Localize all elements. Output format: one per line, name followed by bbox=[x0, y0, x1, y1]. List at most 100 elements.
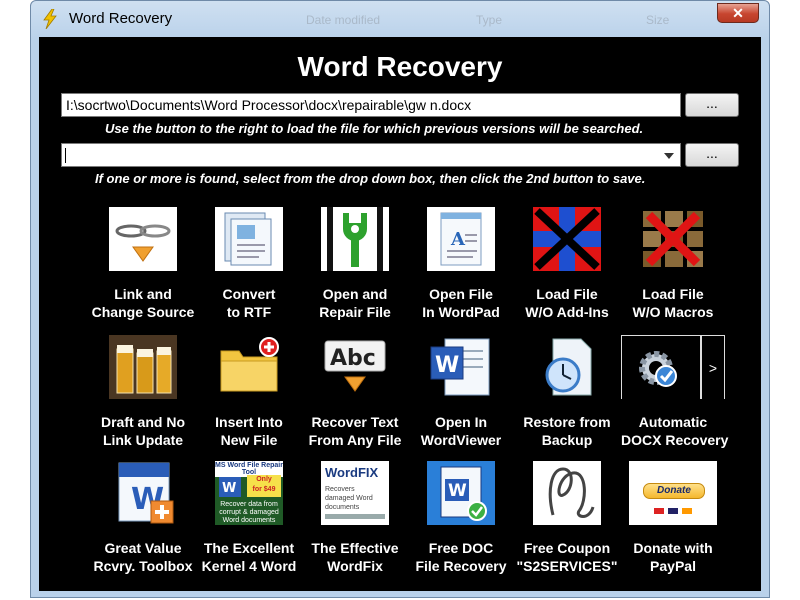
tile-open-wordviewer[interactable]: W Open In WordViewer bbox=[409, 335, 513, 449]
tile-label-line2: to RTF bbox=[226, 304, 272, 320]
tile-draft-no-link[interactable]: Draft and No Link Update bbox=[91, 335, 195, 449]
wordfix-body: Recovers damaged Word documents bbox=[325, 486, 373, 511]
document-convert-icon bbox=[215, 207, 283, 271]
tile-label-line2: DOCX Recovery bbox=[621, 432, 729, 448]
tile-label-line1: Load File bbox=[536, 286, 598, 302]
paypal-donate-icon: Donate bbox=[629, 461, 717, 525]
tile-label-line1: Open File bbox=[429, 286, 493, 302]
folder-add-icon bbox=[215, 335, 283, 399]
page-title: Word Recovery bbox=[297, 51, 503, 82]
tile-label-line2: "S2SERVICES" bbox=[516, 558, 618, 574]
tile-label-line2: Change Source bbox=[91, 304, 195, 320]
tile-label-line2: New File bbox=[220, 432, 278, 448]
tile-label-line1: Recover Text bbox=[311, 414, 399, 430]
main-panel: Word Recovery I:\socrtwo\Documents\Word … bbox=[39, 37, 761, 591]
tile-label-line2: PayPal bbox=[650, 558, 696, 574]
tile-wordfix[interactable]: WordFIX Recovers damaged Word documents … bbox=[303, 461, 407, 575]
tile-label-line2: File Recovery bbox=[415, 558, 507, 574]
save-hint: If one or more is found, select from the… bbox=[95, 171, 646, 186]
svg-text:A: A bbox=[450, 229, 466, 250]
close-button[interactable]: ✕ bbox=[717, 3, 759, 23]
tile-open-wordpad[interactable]: A Open File In WordPad bbox=[409, 207, 513, 321]
backup-clock-icon bbox=[533, 335, 601, 399]
kernel-price-line2: for $49 bbox=[252, 486, 276, 493]
file-path-input[interactable]: I:\socrtwo\Documents\Word Processor\docx… bbox=[61, 93, 681, 117]
tile-label-line1: Free DOC bbox=[428, 540, 494, 556]
tile-convert-rtf[interactable]: Convert to RTF bbox=[197, 207, 301, 321]
title-bar[interactable]: Word Recovery Date modified Type Size ✕ bbox=[31, 1, 769, 37]
tile-label-line2: Link Update bbox=[102, 432, 184, 448]
app-window: Word Recovery Date modified Type Size ✕ … bbox=[30, 0, 770, 598]
tile-label-line2: WordFix bbox=[327, 558, 383, 574]
gear-check-icon[interactable] bbox=[621, 335, 701, 399]
background-column-size: Size bbox=[646, 13, 670, 27]
lightning-icon bbox=[43, 9, 57, 29]
tile-label-line1: The Excellent bbox=[203, 540, 295, 556]
tile-label-line2: From Any File bbox=[308, 432, 402, 448]
tile-label-line1: Insert Into bbox=[215, 414, 283, 430]
tile-kernel-word[interactable]: MS Word File Repair Tool Only for $49 W … bbox=[197, 461, 301, 575]
tile-label-line1: Link and bbox=[114, 286, 172, 302]
tile-label-line2: Kernel 4 Word bbox=[201, 558, 297, 574]
chain-link-icon bbox=[109, 207, 177, 271]
tile-label-line2: Rcvry. Toolbox bbox=[93, 558, 193, 574]
svg-text:Abc: Abc bbox=[330, 346, 376, 371]
donate-button[interactable]: Donate bbox=[643, 483, 705, 499]
tile-label-line1: Draft and No bbox=[101, 414, 185, 430]
word-viewer-icon: W bbox=[427, 335, 495, 399]
no-macros-icon bbox=[639, 207, 707, 271]
window-title: Word Recovery bbox=[69, 10, 173, 27]
tile-label-line2: Repair File bbox=[319, 304, 391, 320]
tile-automatic-docx-recovery[interactable]: > Automatic DOCX Recovery bbox=[621, 335, 729, 449]
wordfix-icon: WordFIX Recovers damaged Word documents bbox=[321, 461, 389, 525]
tile-label-line2: In WordPad bbox=[422, 304, 500, 320]
svg-text:W: W bbox=[448, 481, 467, 501]
automatic-next-button[interactable]: > bbox=[701, 335, 725, 399]
word-doc-recovery-icon: W bbox=[427, 461, 495, 525]
svg-text:W: W bbox=[222, 481, 236, 496]
tile-load-no-macros[interactable]: Load File W/O Macros bbox=[621, 207, 725, 321]
tile-label-line1: Automatic bbox=[638, 414, 708, 430]
tile-recovery-toolbox[interactable]: W Great Value Rcvry. Toolbox bbox=[91, 461, 195, 575]
tile-donate-paypal[interactable]: Donate Donate with PayPal bbox=[621, 461, 725, 575]
tile-label-line1: Restore from bbox=[523, 414, 611, 430]
tile-label-line2: WordViewer bbox=[420, 432, 502, 448]
background-column-date: Date modified bbox=[306, 13, 381, 27]
tile-load-no-addins[interactable]: Load File W/O Add-Ins bbox=[515, 207, 619, 321]
browse-hint: Use the button to the right to load the … bbox=[105, 121, 644, 136]
tile-label-line1: Free Coupon bbox=[523, 540, 611, 556]
coupon-squiggle-icon bbox=[533, 461, 601, 525]
no-addins-icon bbox=[533, 207, 601, 271]
auto-recovery-group: > bbox=[621, 335, 725, 399]
tile-label-line1: Load File bbox=[642, 286, 704, 302]
word-doc-icon: W bbox=[219, 477, 241, 497]
tile-label-line1: Convert bbox=[222, 286, 276, 302]
wrench-icon bbox=[321, 207, 389, 271]
versions-dropdown[interactable] bbox=[61, 143, 681, 167]
tile-restore-backup[interactable]: Restore from Backup bbox=[515, 335, 619, 449]
svg-text:W: W bbox=[435, 353, 459, 378]
tile-label-line1: Open and bbox=[322, 286, 388, 302]
kernel-price-line1: Only bbox=[256, 476, 272, 483]
close-icon: ✕ bbox=[732, 5, 744, 21]
tile-open-repair[interactable]: Open and Repair File bbox=[303, 207, 407, 321]
tile-label-line1: The Effective bbox=[311, 540, 399, 556]
save-version-button[interactable]: ... bbox=[685, 143, 739, 167]
tile-insert-new-file[interactable]: Insert Into New File bbox=[197, 335, 301, 449]
tile-free-coupon[interactable]: Free Coupon "S2SERVICES" bbox=[515, 461, 619, 575]
text-caret bbox=[65, 148, 66, 163]
background-column-type: Type bbox=[476, 13, 503, 27]
tile-free-doc-recovery[interactable]: W Free DOC File Recovery bbox=[409, 461, 513, 575]
browse-button[interactable]: ... bbox=[685, 93, 739, 117]
tile-link-change-source[interactable]: Link and Change Source bbox=[91, 207, 195, 321]
kernel-ad-body: Recover data from corrupt & damaged Word… bbox=[219, 501, 279, 524]
word-toolbox-icon: W bbox=[109, 461, 177, 525]
wordpad-icon: A bbox=[427, 207, 495, 271]
tile-label-line2: W/O Macros bbox=[632, 304, 714, 320]
tile-recover-text[interactable]: Abc Recover Text From Any File bbox=[303, 335, 407, 449]
wordfix-title: WordFIX bbox=[325, 465, 379, 480]
kernel-ad-icon: MS Word File Repair Tool Only for $49 W … bbox=[215, 461, 283, 525]
beer-draft-icon bbox=[109, 335, 177, 399]
chevron-down-icon[interactable] bbox=[664, 153, 674, 159]
tile-label-line1: Great Value bbox=[104, 540, 182, 556]
